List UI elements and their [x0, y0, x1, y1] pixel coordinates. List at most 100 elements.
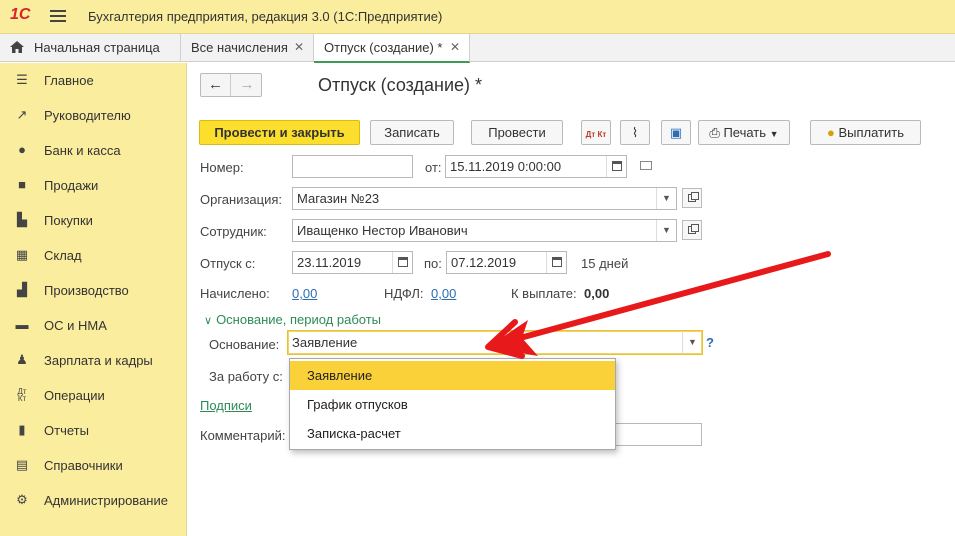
sidebar-item-operations[interactable]: Дт Кт Операции: [0, 378, 187, 413]
sidebar-item-label: Администрирование: [44, 493, 168, 508]
sidebar-item-admin[interactable]: ⚙ Администрирование: [0, 483, 187, 518]
app-logo: 1С: [10, 6, 31, 23]
calendar-icon: [552, 257, 562, 267]
sidebar-item-bank[interactable]: ● Банк и касса: [0, 133, 187, 168]
chevron-down-icon[interactable]: ▼: [656, 220, 676, 241]
person-icon: ♟: [16, 352, 28, 367]
home-icon: [10, 41, 24, 53]
open-employee-button[interactable]: [682, 220, 702, 240]
sidebar-item-manager[interactable]: ↗ Руководителю: [0, 98, 187, 133]
pay-button[interactable]: ● Выплатить: [810, 120, 921, 145]
list-icon: ☰: [16, 72, 28, 87]
factory-icon: ▟: [17, 282, 27, 297]
sidebar-item-label: Отчеты: [44, 423, 89, 438]
document-form: ← → Отпуск (создание) * Провести и закры…: [188, 63, 955, 536]
sidebar-item-catalogs[interactable]: ▤ Справочники: [0, 448, 187, 483]
dtkt-button[interactable]: Дт Кт: [581, 120, 611, 145]
notes-icon[interactable]: [640, 161, 652, 170]
date-field[interactable]: 15.11.2019 0:00:00: [445, 155, 627, 178]
paperclip-icon: ⌇: [631, 125, 639, 140]
section-label: Основание, период работы: [216, 312, 382, 327]
sidebar-item-production[interactable]: ▟ Производство: [0, 273, 187, 308]
vacation-to-value: 07.12.2019: [451, 255, 517, 270]
sidebar-item-fixed-assets[interactable]: ▬ ОС и НМА: [0, 308, 187, 343]
sidebar-item-reports[interactable]: ▮ Отчеты: [0, 413, 187, 448]
post-and-close-button[interactable]: Провести и закрыть: [199, 120, 360, 145]
books-icon: ▤: [15, 457, 29, 472]
calendar-button[interactable]: [606, 156, 626, 177]
nav-buttons: ← →: [200, 73, 262, 97]
organization-value: Магазин №23: [297, 191, 380, 206]
basis-value: Заявление: [292, 335, 358, 350]
accrued-link[interactable]: 0,00: [292, 286, 317, 301]
trend-icon: ↗: [16, 107, 28, 122]
coin-icon: ●: [826, 125, 835, 140]
tab-all-accruals[interactable]: Все начисления ✕: [181, 34, 314, 62]
basis-section-header[interactable]: ∨ Основание, период работы: [204, 312, 381, 327]
ndfl-label: НДФЛ:: [384, 286, 424, 301]
vacation-to-field[interactable]: 07.12.2019: [446, 251, 567, 274]
help-button[interactable]: ?: [706, 335, 714, 350]
days-count: 15 дней: [581, 256, 629, 271]
employee-value: Иващенко Нестор Иванович: [297, 223, 468, 238]
signatures-link[interactable]: Подписи: [200, 398, 252, 413]
close-icon[interactable]: ✕: [450, 34, 460, 61]
accrued-label: Начислено:: [200, 286, 270, 301]
calendar-button[interactable]: [392, 252, 412, 273]
open-icon: [688, 224, 699, 234]
tab-bar: Начальная страница Все начисления ✕ Отпу…: [0, 34, 955, 63]
grid-icon: ▦: [15, 247, 29, 262]
sidebar-item-warehouse[interactable]: ▦ Склад: [0, 238, 187, 273]
sidebar: ☰ Главное ↗ Руководителю ● Банк и касса …: [0, 63, 187, 536]
forward-button[interactable]: →: [232, 74, 262, 96]
post-button[interactable]: Провести: [471, 120, 563, 145]
sidebar-item-label: Покупки: [44, 213, 93, 228]
basis-dropdown-list: Заявление График отпусков Записка-расчет: [289, 358, 616, 450]
bag-icon: ■: [18, 177, 26, 192]
dropdown-option[interactable]: Заявление: [290, 361, 615, 390]
back-button[interactable]: ←: [201, 74, 231, 96]
sidebar-item-salary[interactable]: ♟ Зарплата и кадры: [0, 343, 187, 378]
vacation-from-label: Отпуск с:: [200, 256, 256, 271]
sidebar-item-label: Справочники: [44, 458, 123, 473]
sidebar-item-label: Операции: [44, 388, 105, 403]
chevron-down-icon[interactable]: ▼: [656, 188, 676, 209]
sidebar-item-purchases[interactable]: ▙ Покупки: [0, 203, 187, 238]
vacation-from-field[interactable]: 23.11.2019: [292, 251, 413, 274]
tab-home[interactable]: Начальная страница: [0, 34, 181, 62]
open-organization-button[interactable]: [682, 188, 702, 208]
employee-field[interactable]: Иващенко Нестор Иванович ▼: [292, 219, 677, 242]
close-icon[interactable]: ✕: [294, 34, 304, 61]
ndfl-link[interactable]: 0,00: [431, 286, 456, 301]
dropdown-option[interactable]: График отпусков: [290, 390, 615, 419]
print-button[interactable]: ⎙ Печать ▼: [698, 120, 790, 145]
sidebar-item-main[interactable]: ☰ Главное: [0, 63, 187, 98]
basis-field[interactable]: Заявление ▼: [287, 330, 703, 355]
sidebar-item-label: Руководителю: [44, 108, 131, 123]
payout-value: 0,00: [584, 286, 610, 301]
attach-button[interactable]: ⌇: [620, 120, 650, 145]
sidebar-item-label: Банк и касса: [44, 143, 121, 158]
tab-vacation-create[interactable]: Отпуск (создание) * ✕: [314, 34, 470, 63]
sidebar-item-label: Склад: [44, 248, 82, 263]
vacation-to-label: по:: [424, 256, 442, 271]
structure-button[interactable]: ▣: [661, 120, 691, 145]
organization-field[interactable]: Магазин №23 ▼: [292, 187, 677, 210]
sidebar-item-label: Главное: [44, 73, 94, 88]
save-button[interactable]: Записать: [370, 120, 454, 145]
comment-label: Комментарий:: [200, 428, 286, 443]
print-label: Печать: [723, 125, 767, 140]
main-menu-icon[interactable]: [50, 10, 66, 23]
calendar-button[interactable]: [546, 252, 566, 273]
chevron-down-icon[interactable]: ▼: [682, 331, 702, 354]
dropdown-option[interactable]: Записка-расчет: [290, 419, 615, 448]
sidebar-item-sales[interactable]: ■ Продажи: [0, 168, 187, 203]
printer-icon: ⎙: [709, 125, 720, 140]
number-label: Номер:: [200, 160, 244, 175]
cart-icon: ▙: [17, 212, 27, 227]
app-title: Бухгалтерия предприятия, редакция 3.0 (1…: [88, 9, 443, 24]
tab-label: Все начисления: [191, 40, 288, 55]
sidebar-item-label: ОС и НМА: [44, 318, 107, 333]
number-field[interactable]: [292, 155, 413, 178]
coin-icon: ●: [18, 142, 26, 157]
